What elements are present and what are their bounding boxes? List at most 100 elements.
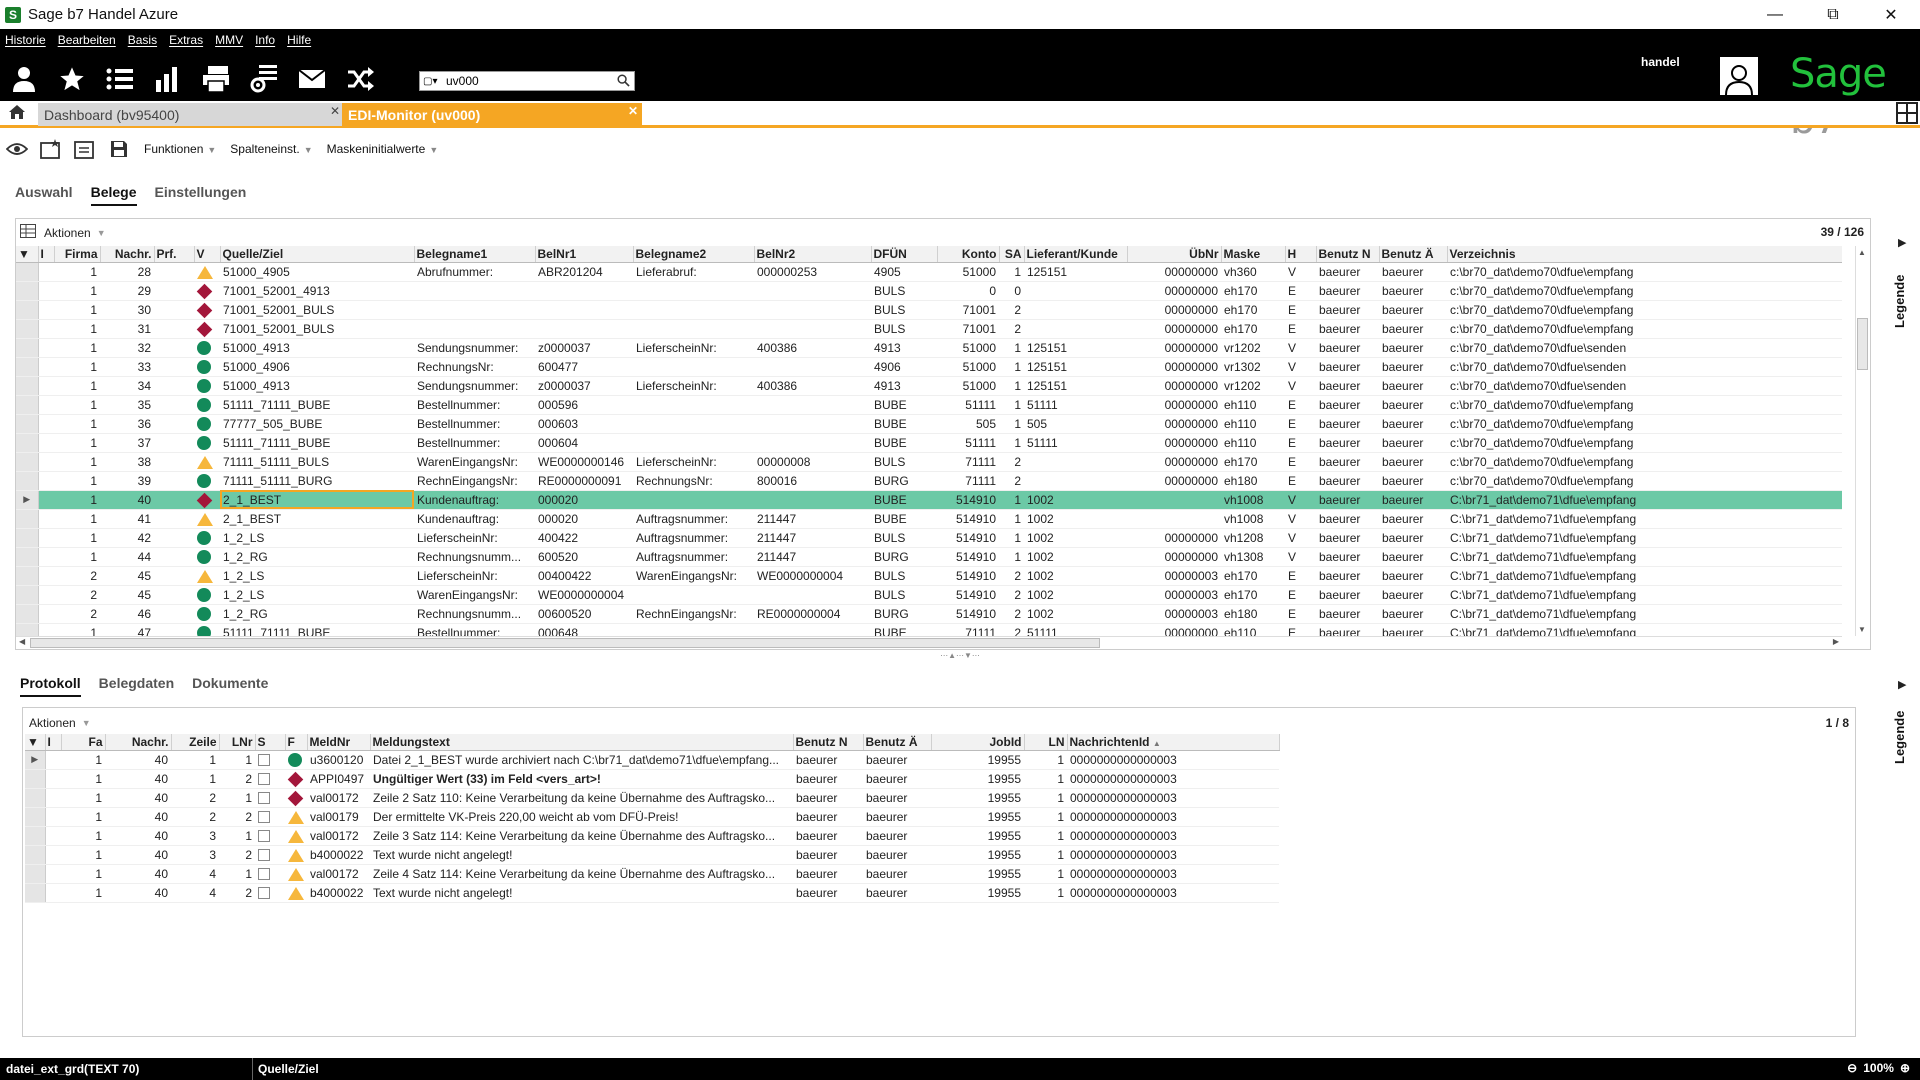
cell-s[interactable] [255, 788, 285, 808]
cell-v[interactable] [194, 319, 220, 339]
cell-nachr[interactable]: 40 [105, 788, 171, 808]
cell-lieferant-kunde[interactable]: 125151 [1024, 262, 1127, 282]
cell-fa[interactable]: 1 [61, 826, 105, 846]
table-row[interactable]: 1 40 4 1 val00172 Zeile 4 Satz 114: Keine Ver… [25, 864, 1279, 884]
cell-benutz-ae[interactable]: baeurer [1379, 414, 1447, 434]
cell-quelle[interactable]: 51111_71111_BUBE [220, 395, 414, 415]
cell-dfuen[interactable]: 4905 [871, 262, 937, 282]
cell-nachrichtenid[interactable]: 0000000000000003 [1067, 883, 1279, 903]
cell-verzeichnis[interactable]: c:\br70_dat\demo70\dfue\empfang [1447, 262, 1842, 282]
cell-v[interactable] [194, 471, 220, 491]
cell-verzeichnis[interactable]: C:\br71_dat\demo71\dfue\empfang [1447, 490, 1842, 510]
cell-konto[interactable]: 514910 [937, 528, 999, 548]
row-selector[interactable] [16, 357, 39, 377]
cell-meldungstext[interactable]: Text wurde nicht angelegt! [370, 845, 793, 865]
cell-belnr1[interactable] [535, 281, 633, 301]
col-dfuen[interactable]: DFÜN [871, 246, 938, 263]
cell-s[interactable] [255, 883, 285, 903]
cell-fa[interactable]: 1 [61, 845, 105, 865]
cell-nachr[interactable]: 34 [100, 376, 154, 396]
table-row[interactable]: 1 40 2 1 val00172 Zeile 2 Satz 110: Keine Ver… [25, 788, 1279, 808]
cell-sa[interactable]: 2 [999, 319, 1024, 339]
cell-verzeichnis[interactable]: c:\br70_dat\demo70\dfue\empfang [1447, 433, 1842, 453]
cell-verzeichnis[interactable]: c:\br70_dat\demo70\dfue\empfang [1447, 452, 1842, 472]
cell-benutz-ae[interactable]: baeurer [1379, 281, 1447, 301]
col-verzeichnis[interactable]: Verzeichnis [1447, 246, 1842, 263]
cell-zeile[interactable]: 3 [171, 826, 219, 846]
cell-quelle[interactable]: 71111_51111_BURG [220, 471, 414, 491]
cell-quelle[interactable]: 51000_4906 [220, 357, 414, 377]
cell-belnr2[interactable] [754, 281, 871, 301]
cell-belnr2[interactable] [754, 585, 871, 605]
cell-belnr1[interactable]: 600477 [535, 357, 633, 377]
col-prf[interactable]: Prf. [154, 246, 195, 263]
cell-quelle[interactable]: 77777_505_BUBE [220, 414, 414, 434]
cell-meldnr[interactable]: val00172 [307, 864, 370, 884]
col-benutz-n[interactable]: Benutz N [793, 734, 864, 751]
cell-verzeichnis[interactable]: c:\br70_dat\demo70\dfue\senden [1447, 357, 1842, 377]
checkbox[interactable] [258, 773, 270, 786]
col-benutz-n[interactable]: Benutz N [1316, 246, 1380, 263]
cell-dfuen[interactable]: 4913 [871, 376, 937, 396]
cell-dfuen[interactable]: BURG [871, 547, 937, 567]
cell-nachr[interactable]: 33 [100, 357, 154, 377]
cell-dfuen[interactable]: BUBE [871, 414, 937, 434]
menu-extras[interactable]: Extras [169, 33, 203, 47]
cell-belnr1[interactable]: WE0000000004 [535, 585, 633, 605]
spalteneinst-dropdown[interactable]: Spalteneinst. ▼ [230, 142, 312, 156]
cell-lieferant-kunde[interactable] [1024, 319, 1127, 339]
cell-benutz-n[interactable]: baeurer [1316, 623, 1379, 636]
col-nachrichtenid[interactable]: NachrichtenId ▲ [1067, 734, 1280, 751]
cell-uebnr[interactable]: 00000000 [1127, 433, 1221, 453]
cell-sa[interactable]: 1 [999, 357, 1024, 377]
cell-belegname2[interactable]: LieferscheinNr: [633, 452, 754, 472]
cell-nachr[interactable]: 40 [105, 845, 171, 865]
cell-lieferant-kunde[interactable]: 125151 [1024, 376, 1127, 396]
table-row[interactable]: 1 29 71001_52001_4913 BULS 0 0 00000000 eh170 Eb… [16, 281, 1842, 301]
cell-belnr2[interactable]: 400386 [754, 338, 871, 358]
cell-s[interactable] [255, 750, 285, 770]
cell-v[interactable] [194, 395, 220, 415]
cell-lnr[interactable]: 2 [219, 769, 255, 789]
cell-h[interactable]: E [1285, 281, 1316, 301]
cell-sa[interactable]: 1 [999, 547, 1024, 567]
col-belegname2[interactable]: Belegname2 [633, 246, 755, 263]
table-row[interactable]: 1 40 4 2 b4000022 Text wurde nicht angelegt! b… [25, 883, 1279, 903]
row-selector[interactable] [25, 864, 46, 884]
cell-maske[interactable]: vh360 [1221, 262, 1285, 282]
cell-quelle[interactable]: 51111_71111_BUBE [220, 433, 414, 453]
cell-h[interactable]: E [1285, 300, 1316, 320]
horizontal-scrollbar[interactable]: ◀ ▶ [16, 636, 1842, 649]
cell-belegname2[interactable]: RechnEingangsNr: [633, 604, 754, 624]
table-row[interactable]: 1 28 51000_4905 Abrufnummer: ABR201204 Liefer… [16, 262, 1842, 282]
cell-meldnr[interactable]: val00172 [307, 826, 370, 846]
row-selector[interactable] [16, 281, 39, 301]
cell-h[interactable]: V [1285, 547, 1316, 567]
cell-verzeichnis[interactable]: C:\br71_dat\demo71\dfue\empfang [1447, 528, 1842, 548]
cell-nachr[interactable]: 45 [100, 585, 154, 605]
cell-ln[interactable]: 1 [1024, 826, 1067, 846]
cell-benutz-ae[interactable]: baeurer [863, 826, 931, 846]
cell-h[interactable]: E [1285, 319, 1316, 339]
cell-benutz-n[interactable]: baeurer [793, 769, 863, 789]
cell-ln[interactable]: 1 [1024, 788, 1067, 808]
cell-lieferant-kunde[interactable]: 505 [1024, 414, 1127, 434]
row-selector[interactable] [16, 433, 39, 453]
cell-uebnr[interactable]: 00000000 [1127, 281, 1221, 301]
vertical-scrollbar[interactable]: ▲ ▼ [1855, 246, 1869, 636]
cell-nachr[interactable]: 30 [100, 300, 154, 320]
cell-v[interactable] [194, 338, 220, 358]
cell-konto[interactable]: 71111 [937, 471, 999, 491]
cell-belegname1[interactable]: Bestellnummer: [414, 623, 535, 636]
cell-v[interactable] [194, 376, 220, 396]
cell-lieferant-kunde[interactable]: 1002 [1024, 547, 1127, 567]
cell-belnr1[interactable] [535, 319, 633, 339]
cell-quelle[interactable]: 51000_4913 [220, 338, 414, 358]
cell-belnr2[interactable] [754, 319, 871, 339]
col-meldnr[interactable]: MeldNr [307, 734, 371, 751]
cell-benutz-ae[interactable]: baeurer [863, 807, 931, 827]
cell-verzeichnis[interactable]: c:\br70_dat\demo70\dfue\empfang [1447, 471, 1842, 491]
cell-firma[interactable]: 1 [54, 490, 100, 510]
maskeninitialwerte-dropdown[interactable]: Maskeninitialwerte ▼ [327, 142, 439, 156]
cell-maske[interactable]: eh180 [1221, 604, 1285, 624]
